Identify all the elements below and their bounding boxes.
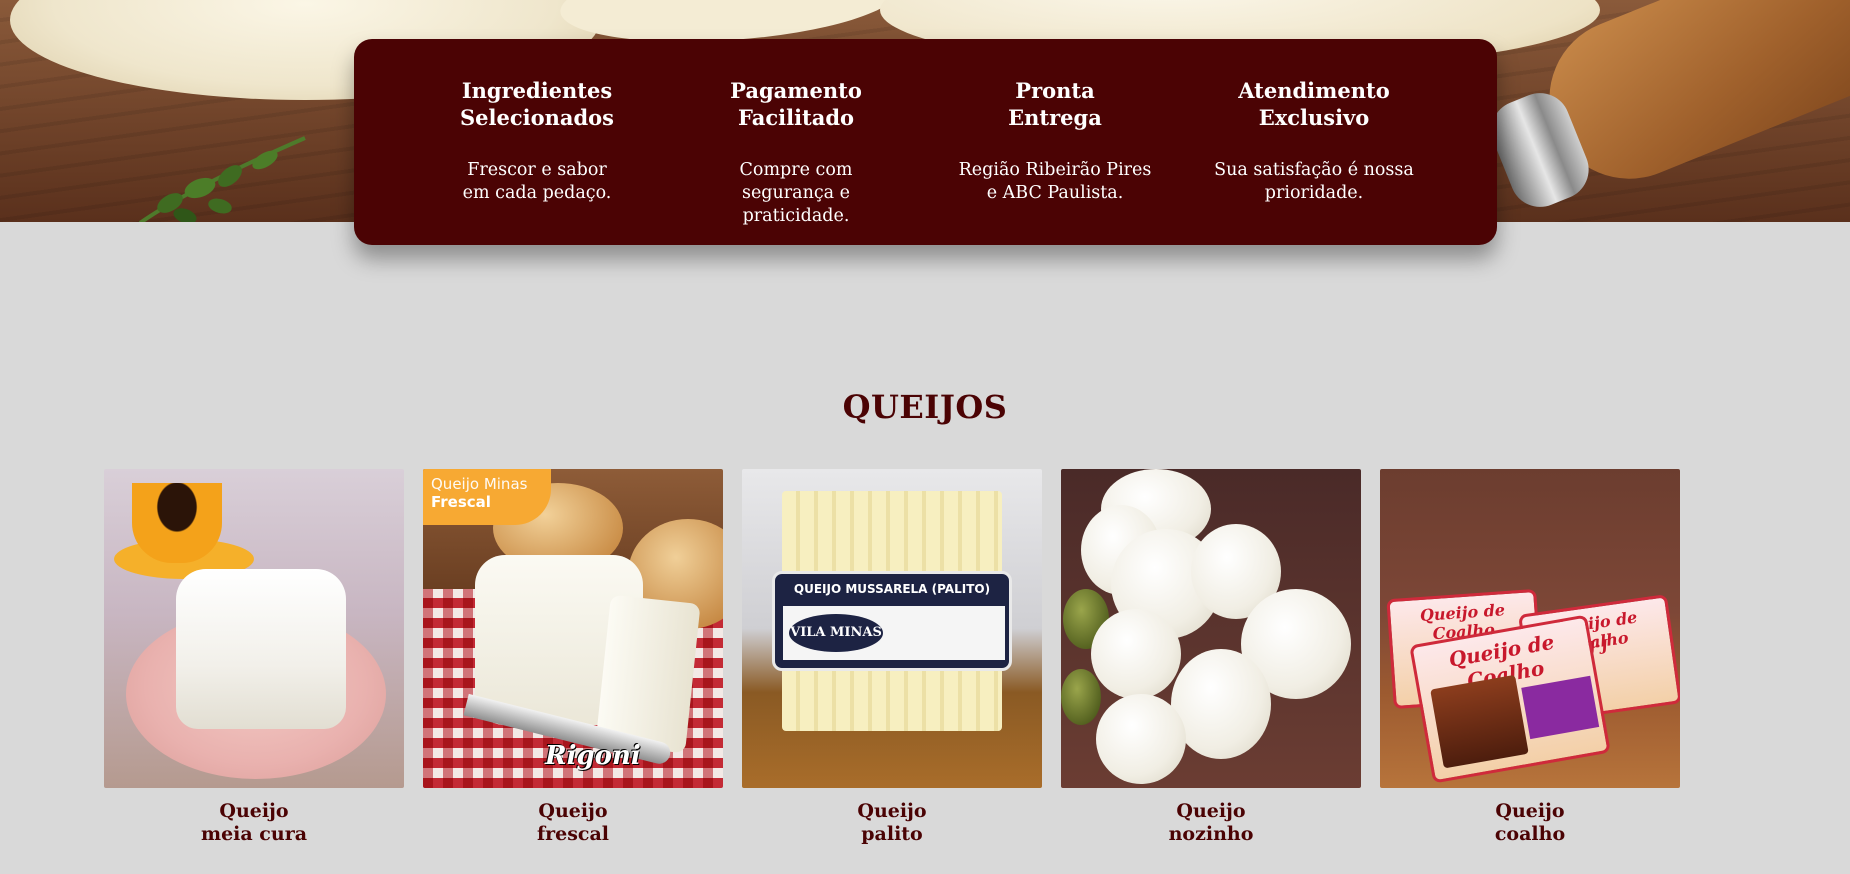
feature-title: Ingredientes Selecionados <box>459 78 615 130</box>
product-name[interactable]: Queijo meia cura <box>104 800 404 846</box>
image-tag-line2: Frescal <box>431 493 491 511</box>
product-name[interactable]: Queijo nozinho <box>1061 800 1361 846</box>
image-tag-line1: Queijo Minas <box>431 475 528 493</box>
product-card-meia-cura[interactable]: Queijo meia cura <box>104 469 404 846</box>
package-label: QUEIJO MUSSARELA (PALITO) VILA MINAS <box>772 571 1012 671</box>
cheese-knot <box>1171 649 1271 759</box>
feature-title: Pronta Entrega <box>1008 78 1102 130</box>
brand-logo: Rigoni <box>545 741 641 771</box>
package-front: Queijo de Coalho <box>1409 614 1611 784</box>
herb-sprig <box>138 136 306 222</box>
feature-text: Sua satisfação é nossa prioridade. <box>1214 160 1414 203</box>
product-card-palito[interactable]: QUEIJO MUSSARELA (PALITO) VILA MINAS Que… <box>742 469 1042 846</box>
feature-entrega: Pronta Entrega Região Ribeirão Pires e A… <box>952 77 1158 245</box>
product-image-frescal[interactable]: Queijo Minas Frescal Rigoni <box>423 469 723 788</box>
package-label-text: QUEIJO MUSSARELA (PALITO) <box>793 582 991 596</box>
product-name[interactable]: Queijo palito <box>742 800 1042 846</box>
product-image-palito[interactable]: QUEIJO MUSSARELA (PALITO) VILA MINAS <box>742 469 1042 788</box>
product-grid: Queijo meia cura Queijo Minas Frescal Ri… <box>104 469 1680 846</box>
product-card-frescal[interactable]: Queijo Minas Frescal Rigoni Queijo fresc… <box>423 469 723 846</box>
product-name[interactable]: Queijo frescal <box>423 800 723 846</box>
feature-title: Atendimento Exclusivo <box>1238 78 1390 130</box>
feature-text: Região Ribeirão Pires e ABC Paulista. <box>958 160 1152 203</box>
package-band <box>1521 675 1600 740</box>
olive <box>1061 669 1101 725</box>
feature-atendimento: Atendimento Exclusivo Sua satisfação é n… <box>1211 77 1417 245</box>
brand-logo: VILA MINAS <box>789 614 883 652</box>
image-tag: Queijo Minas Frescal <box>423 469 551 525</box>
product-card-coalho[interactable]: Queijo de Coalho Queijo de Coalho J·J Qu… <box>1380 469 1680 846</box>
label-band: VILA MINAS <box>783 606 1005 660</box>
cheese-knot <box>1096 694 1186 784</box>
product-image-coalho[interactable]: Queijo de Coalho Queijo de Coalho J·J Qu… <box>1380 469 1680 788</box>
coffee-cup <box>132 483 222 563</box>
product-card-nozinho[interactable]: Queijo nozinho <box>1061 469 1361 846</box>
cheese-wheel <box>176 569 346 729</box>
features-card: Ingredientes Selecionados Frescor e sabo… <box>354 39 1497 245</box>
feature-title: Pagamento Facilitado <box>730 78 862 130</box>
product-image-meia-cura[interactable] <box>104 469 404 788</box>
cheese-knot <box>1091 609 1181 699</box>
feature-text: Compre com segurança e praticidade. <box>739 160 853 226</box>
product-name[interactable]: Queijo coalho <box>1380 800 1680 846</box>
feature-text: Frescor e sabor em cada pedaço. <box>462 160 612 203</box>
feature-ingredientes: Ingredientes Selecionados Frescor e sabo… <box>434 77 640 245</box>
feature-pagamento: Pagamento Facilitado Compre com seguranç… <box>693 77 899 245</box>
product-image-nozinho[interactable] <box>1061 469 1361 788</box>
section-title: QUEIJOS <box>842 388 1008 426</box>
package-window <box>1430 674 1529 769</box>
